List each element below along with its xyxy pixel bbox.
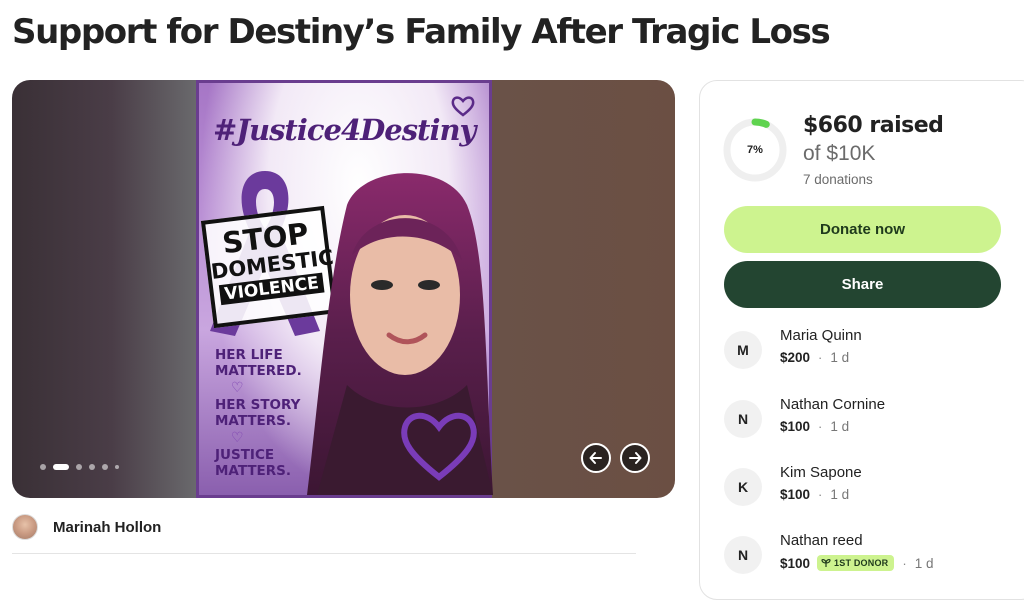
carousel-dot[interactable] [40,464,46,470]
donor-meta: $100 · 1 d [780,419,849,434]
carousel-dot-active[interactable] [53,464,69,470]
donor-amount: $100 [780,419,811,434]
donor-time: 1 d [830,350,850,365]
page-title: Support for Destiny’s Family After Tragi… [12,12,831,52]
donor-list-item: N Nathan Cornine $100 · 1 d [724,396,1024,444]
donor-time: 1 d [830,487,850,502]
donation-count: 7 donations [803,172,873,187]
donor-avatar: K [724,468,762,506]
donor-meta: $100 1ST DONOR · 1 d [780,555,933,571]
first-donor-badge: 1ST DONOR [817,555,895,571]
carousel-prev-button[interactable] [581,443,611,473]
donor-amount: $200 [780,350,811,365]
donate-now-button[interactable]: Donate now [724,206,1001,253]
donor-name: Kim Sapone [780,464,862,481]
goal-amount: of $10K [803,142,876,165]
donor-avatar: M [724,331,762,369]
donor-meta: $100 · 1 d [780,487,849,502]
slogan-line-3: JUSTICE MATTERS. [215,447,292,479]
slogan-line-2: HER STORY MATTERS. [215,397,301,429]
heart-icon [401,412,477,481]
donor-time: 1 d [830,419,850,434]
organizer-name[interactable]: Marinah Hollon [53,519,161,536]
donation-card: 7% $660 raised of $10K 7 donations Donat… [699,80,1024,600]
separator-dot: · [818,350,823,365]
donor-amount: $100 [780,487,811,502]
carousel-next-button[interactable] [620,443,650,473]
donor-list-item: M Maria Quinn $200 · 1 d [724,327,1024,375]
poster-slogan: HER LIFE MATTERED. ♡ HER STORY MATTERS. … [215,347,315,479]
donor-time: 1 d [914,555,934,571]
donor-name: Nathan reed [780,532,863,549]
donor-amount: $100 [780,555,811,571]
carousel-dot[interactable] [102,464,108,470]
amount-raised: $660 raised [803,113,944,138]
media-carousel[interactable]: #Justice4Destiny STOP DOMESTIC VIOLENCE … [12,80,675,498]
carousel-dot[interactable] [76,464,82,470]
donor-name: Maria Quinn [780,327,862,344]
donor-name: Nathan Cornine [780,396,886,413]
badge-label: 1ST DONOR [834,558,889,568]
heart-icon [451,96,475,117]
separator-dot: · [818,419,823,434]
organizer-avatar[interactable] [12,514,38,540]
carousel-dot[interactable] [89,464,95,470]
carousel-dot[interactable] [115,465,119,469]
progress-percent: 7% [747,144,763,156]
poster-hashtag: #Justice4Destiny [213,113,476,147]
donor-avatar: N [724,536,762,574]
carousel-pagination [40,464,119,470]
share-button[interactable]: Share [724,261,1001,308]
donor-list-item: K Kim Sapone $100 · 1 d [724,464,1024,512]
divider [12,553,636,554]
slogan-line-1: HER LIFE MATTERED. [215,347,302,379]
campaign-poster-image: #Justice4Destiny STOP DOMESTIC VIOLENCE … [196,80,493,498]
organizer[interactable]: Marinah Hollon [12,514,161,540]
donor-list-item: N Nathan reed $100 1ST DONOR · 1 d [724,532,1024,580]
arrow-left-icon [589,452,602,464]
donor-meta: $200 · 1 d [780,350,849,365]
donor-avatar: N [724,400,762,438]
sprout-icon [821,559,831,567]
separator-dot: · [818,487,823,502]
separator-dot: · [902,555,907,571]
heart-separator-icon: ♡ [231,380,244,396]
heart-separator-icon: ♡ [231,430,244,446]
arrow-right-icon [629,452,642,464]
